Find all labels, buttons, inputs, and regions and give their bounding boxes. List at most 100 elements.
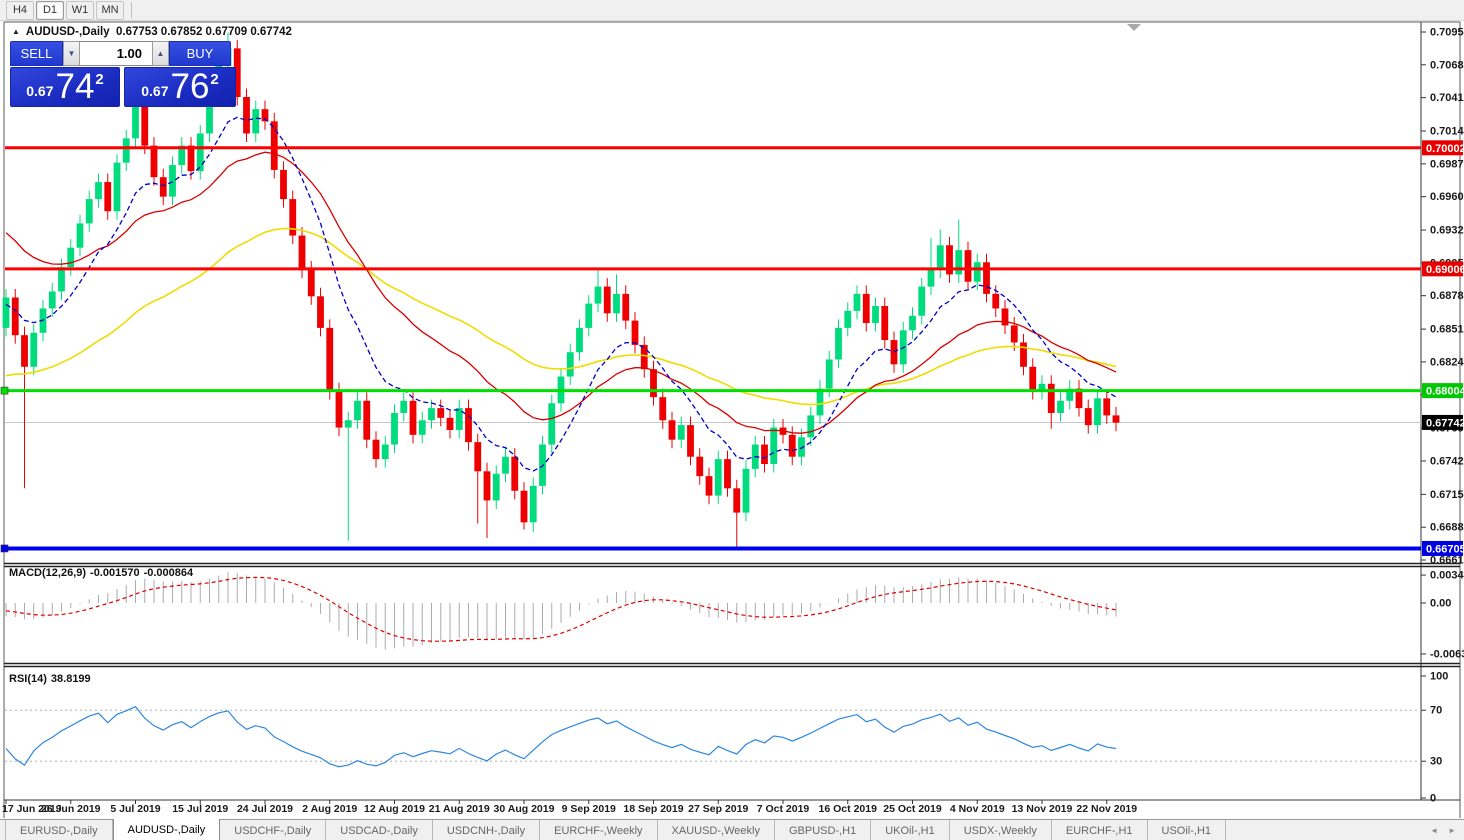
chart-tab-usdcnh-daily[interactable]: USDCNH-,Daily [433,820,540,840]
timeframe-button-h4[interactable]: H4 [6,1,34,20]
date-axis-label: 24 Jul 2019 [237,803,293,815]
date-axis-label: 22 Nov 2019 [1076,803,1137,815]
volume-input[interactable] [80,41,152,66]
date-axis-label: 4 Nov 2019 [950,803,1005,815]
macd-value-main: -0.001570 [90,567,140,579]
price-axis-label: 0.67150 [1430,489,1464,501]
spin-down-icon: ▼ [68,49,76,58]
chart-title: ▲ AUDUSD-,Daily 0.67753 0.67852 0.67709 0… [12,26,292,38]
price-axis-label: 0.69870 [1430,158,1464,170]
price-axis: 0.70955 0.70685 0.70415 0.70140 0.69870 0.696… [1421,27,1464,567]
price-axis-label: 0.70415 [1430,92,1464,104]
tab-scroll-right-icon[interactable]: ► [1448,826,1456,835]
sell-button[interactable]: SELL [10,41,63,66]
tab-scroll-left-icon[interactable]: ◄ [1430,826,1438,835]
price-axis-label: 0.70955 [1430,27,1464,39]
chart-tab-ukoil-h1[interactable]: UKOil-,H1 [871,820,950,840]
chart-tab-usdx-weekly[interactable]: USDX-,Weekly [950,820,1052,840]
price-axis-label: 0.68240 [1430,356,1464,368]
rsi-axis-label: 70 [1430,705,1442,717]
one-click-trade-panel: SELL ▼ ▲ BUY 0.67 74 2 0.67 76 2 [10,41,236,107]
sell-price-sup: 2 [95,71,103,88]
sell-price-panel[interactable]: 0.67 74 2 [10,67,120,107]
price-axis-label: 0.66880 [1430,522,1464,534]
date-axis-label: 27 Sep 2019 [688,803,748,815]
macd-axis-label: -0.00637 [1430,648,1464,660]
macd-name: MACD(12,26,9) [9,567,86,579]
rsi-axis-label: 100 [1430,671,1448,683]
chart-title-symbol: AUDUSD-,Daily [26,26,110,38]
chart-window[interactable]: 0.70955 0.70685 0.70415 0.70140 0.69870 0.696… [0,21,1464,819]
date-axis-label: 5 Jul 2019 [110,803,160,815]
date-axis-label: 25 Oct 2019 [883,803,942,815]
timeframe-button-w1[interactable]: W1 [66,1,94,20]
macd-axis-label: 0.00349 [1430,570,1464,582]
price-axis-label: 0.69600 [1430,191,1464,203]
buy-button[interactable]: BUY [169,41,231,66]
chart-shift-marker-icon [1127,24,1141,31]
tab-scroll-arrows: ◄► [1420,820,1464,840]
price-axis-label: 0.70140 [1430,126,1464,138]
trading-app: H4D1W1MN 0.70955 0.70685 0.70415 0.70140 0.6… [0,0,1464,840]
chart-tab-xauusd-weekly[interactable]: XAUUSD-,Weekly [658,820,775,840]
rsi-layer [5,707,1421,767]
price-axis-label: 0.70685 [1430,59,1464,71]
buy-price-big: 76 [170,70,209,103]
chart-tab-usdcad-daily[interactable]: USDCAD-,Daily [326,820,433,840]
sell-price-big: 74 [55,70,94,103]
buy-price-panel[interactable]: 0.67 76 2 [124,67,236,107]
date-axis-label: 26 Jun 2019 [41,803,101,815]
price-axis-label: 0.69325 [1430,225,1464,237]
date-axis-label: 13 Nov 2019 [1012,803,1073,815]
timeframe-button-mn[interactable]: MN [96,1,124,20]
chart-tab-eurchf-h1[interactable]: EURCHF-,H1 [1052,820,1148,840]
date-axis-label: 30 Aug 2019 [494,803,555,815]
chart-tab-usoil-h1[interactable]: USOil-,H1 [1148,820,1227,840]
rsi-axis-label: 30 [1430,756,1442,768]
chart-title-ohlc: 0.67753 0.67852 0.67709 0.67742 [116,26,292,38]
chart-tab-audusd-daily[interactable]: AUDUSD-,Daily [113,819,221,840]
date-axis-label: 12 Aug 2019 [364,803,425,815]
toolbar-separator [131,2,132,18]
date-axis-label: 16 Oct 2019 [819,803,878,815]
macd-axis-label: 0.00 [1430,598,1451,610]
date-axis-label: 7 Oct 2019 [757,803,810,815]
svg-text:0.70002: 0.70002 [1426,143,1464,155]
chart-tab-eurusd-daily[interactable]: EURUSD-,Daily [5,820,113,840]
chart-tab-bar: EURUSD-,DailyAUDUSD-,DailyUSDCHF-,DailyU… [0,819,1464,840]
sell-price-prefix: 0.67 [26,83,53,99]
volume-increase-button[interactable]: ▲ [152,41,169,66]
date-axis-label: 15 Jul 2019 [172,803,228,815]
macd-value-signal: -0.000864 [144,567,194,579]
timeframe-toolbar: H4D1W1MN [0,0,1464,21]
chart-tab-eurchf-weekly[interactable]: EURCHF-,Weekly [540,820,657,840]
volume-decrease-button[interactable]: ▼ [63,41,80,66]
rsi-value: 38.8199 [51,673,91,685]
price-axis-label: 0.67425 [1430,455,1464,467]
rsi-axis-label: 0 [1430,793,1436,805]
buy-price-prefix: 0.67 [141,83,168,99]
date-axis-label: 9 Sep 2019 [562,803,616,815]
svg-text:0.67742: 0.67742 [1426,417,1464,429]
timeframe-button-d1[interactable]: D1 [36,1,64,20]
chart-canvas[interactable]: 0.70955 0.70685 0.70415 0.70140 0.69870 0.696… [0,21,1464,819]
price-axis-label: 0.68785 [1430,290,1464,302]
rsi-name: RSI(14) [9,673,47,685]
macd-layer [6,572,1116,649]
chart-frame [4,22,1460,818]
date-axis: 17 Jun 201926 Jun 20195 Jul 201915 Jul 2… [2,800,1137,815]
indicator-axis: 0.00349 0.00 -0.00637 100 70 30 0 [1421,570,1464,805]
price-axis-label: 0.66610 [1430,555,1464,567]
svg-text:0.69006: 0.69006 [1426,264,1464,276]
buy-price-sup: 2 [210,71,218,88]
rsi-indicator-label: RSI(14) 38.8199 [9,673,95,685]
date-axis-label: 21 Aug 2019 [429,803,490,815]
chart-tab-gbpusd-h1[interactable]: GBPUSD-,H1 [775,820,871,840]
macd-indicator-label: MACD(12,26,9) -0.001570 -0.000864 [9,567,197,579]
chart-tab-usdchf-daily[interactable]: USDCHF-,Daily [220,820,326,840]
candles-layer [3,33,1120,548]
price-axis-label: 0.68510 [1430,324,1464,336]
spin-up-icon: ▲ [157,49,165,58]
collapse-icon[interactable]: ▲ [12,27,20,36]
date-axis-label: 2 Aug 2019 [302,803,357,815]
